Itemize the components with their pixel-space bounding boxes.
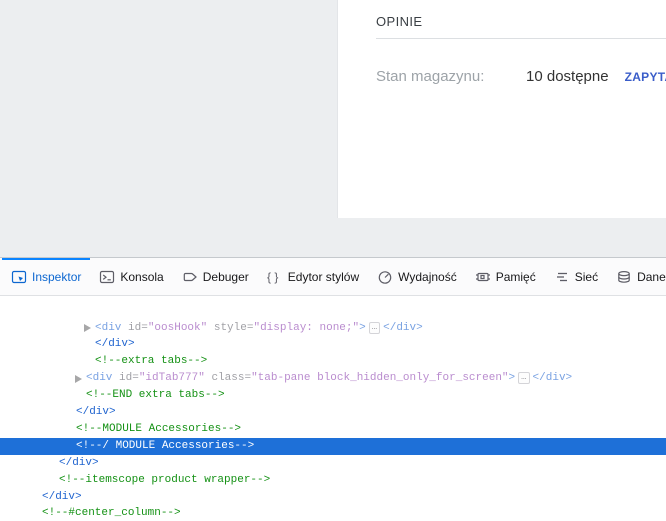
tab-storage[interactable]: Dane xyxy=(607,258,666,295)
console-icon xyxy=(99,269,115,285)
markup-line[interactable]: <!--extra tabs--> xyxy=(0,353,666,370)
code-token-tag: <div xyxy=(95,321,129,334)
code-token-value: "idTab777" xyxy=(138,372,205,385)
code-token-tag: </div> xyxy=(76,406,116,418)
markup-line-selected[interactable]: <!--/ MODULE Accessories--> xyxy=(0,437,666,455)
markup-line[interactable]: </div> xyxy=(0,455,666,472)
stock-label: Stan magazynu: xyxy=(376,68,485,85)
code-token-eq: = xyxy=(141,321,148,334)
code-token-comment: <!--END extra tabs--> xyxy=(86,389,225,402)
tab-label: Edytor stylów xyxy=(287,269,360,284)
markup-line[interactable]: <div id="oosHook" style="display: none;"… xyxy=(0,320,666,337)
code-token-tag: </div> xyxy=(532,372,573,385)
tab-label: Wydajność xyxy=(398,269,457,284)
collapsed-content-badge[interactable]: … xyxy=(368,321,381,334)
braces-icon: { } xyxy=(267,269,283,285)
code-token-attr: style xyxy=(213,321,247,334)
svg-text:{ }: { } xyxy=(267,270,278,284)
tab-memory[interactable]: Pamięć xyxy=(466,258,545,295)
markup-line[interactable]: <div id="idTab777" class="tab-pane block… xyxy=(0,370,666,387)
code-token-eq: = xyxy=(132,372,139,385)
markup-line[interactable]: <!--END extra tabs--> xyxy=(0,387,666,404)
code-token-attr: class xyxy=(211,372,245,385)
debugger-icon xyxy=(182,269,198,285)
memory-chip-icon xyxy=(475,269,491,285)
markup-line[interactable]: <!--end of block hook--> xyxy=(0,299,666,314)
expand-arrow-icon[interactable] xyxy=(75,374,82,383)
code-token-tag: > xyxy=(359,321,366,334)
tab-label: Pamięć xyxy=(495,269,536,284)
ask-about-product-link[interactable]: ZAPYTAJ xyxy=(625,70,666,84)
code-token-tag: </div> xyxy=(95,338,135,351)
code-token-comment: <!--#center_column--> xyxy=(42,507,181,520)
database-icon xyxy=(616,269,632,285)
web-page-background: OPINIE Stan magazynu: 10 dostępne ZAPYTAJ xyxy=(0,0,666,257)
code-token-attr: id xyxy=(128,321,142,334)
stock-value: 10 dostępne xyxy=(526,68,609,85)
active-tab-indicator xyxy=(2,258,91,260)
markup-line[interactable]: <!--itemscope product wrapper--> xyxy=(0,472,666,489)
code-token-attr: id xyxy=(119,372,133,385)
code-token-tag: <div xyxy=(86,372,120,385)
tab-console[interactable]: Konsola xyxy=(90,258,172,295)
code-token-tag: > xyxy=(508,372,516,385)
reviews-section-title: OPINIE xyxy=(376,0,666,39)
tab-network[interactable]: Sieć xyxy=(545,258,607,295)
expand-arrow-icon[interactable] xyxy=(84,324,91,332)
code-token-tag: </div> xyxy=(59,456,99,469)
tab-inspector[interactable]: Inspektor xyxy=(2,258,91,295)
code-token-value: "display: none;" xyxy=(253,321,360,334)
code-token-value: "tab-pane block_hidden_only_for_screen" xyxy=(251,372,509,385)
tab-label: Sieć xyxy=(574,269,599,284)
inspector-markup-view[interactable]: <!--end of block hook--> <div id="oosHook… xyxy=(0,296,666,521)
code-token-comment: <!--/ MODULE Accessories--> xyxy=(76,439,255,452)
tab-label: Konsola xyxy=(120,269,164,284)
code-token-comment: <!--MODULE Accessories--> xyxy=(76,422,242,435)
devtools-toolbar: Inspektor Konsola Debuger { } Edytor stylów W… xyxy=(0,257,666,296)
tab-label: Debuger xyxy=(202,269,249,284)
markup-line[interactable]: <!--#center_column--> xyxy=(0,505,666,521)
inspector-icon xyxy=(11,269,27,285)
network-lines-icon xyxy=(554,269,570,285)
tab-label: Dane xyxy=(637,269,666,284)
markup-line[interactable]: <!--MODULE Accessories--> xyxy=(0,421,666,438)
code-token-tag: </div> xyxy=(42,490,82,503)
markup-line[interactable]: </div> xyxy=(0,404,666,421)
devtools-panel: Inspektor Konsola Debuger { } Edytor stylów W… xyxy=(0,257,666,521)
tab-style-editor[interactable]: { } Edytor stylów xyxy=(258,258,368,295)
stock-row: Stan magazynu: 10 dostępne ZAPYTAJ xyxy=(376,68,666,85)
gauge-icon xyxy=(377,269,393,285)
markup-line[interactable]: </div> xyxy=(0,336,666,353)
code-token-comment: <!--extra tabs--> xyxy=(95,355,208,368)
collapsed-content-badge[interactable]: … xyxy=(518,372,530,385)
tab-performance[interactable]: Wydajność xyxy=(368,258,466,295)
product-info-panel: OPINIE Stan magazynu: 10 dostępne ZAPYTAJ xyxy=(337,0,666,218)
code-token-comment: <!--itemscope product wrapper--> xyxy=(59,473,271,486)
tab-label: Inspektor xyxy=(32,269,82,284)
tab-debugger[interactable]: Debuger xyxy=(173,258,258,295)
code-token-value: "oosHook" xyxy=(147,321,208,334)
markup-line[interactable]: </div> xyxy=(0,489,666,506)
code-token-comment: <!--end of block hook--> xyxy=(95,299,254,311)
browser-window: OPINIE Stan magazynu:10 dostępneZAPYTAJ … xyxy=(0,0,666,521)
code-token-tag: </div> xyxy=(383,321,423,334)
